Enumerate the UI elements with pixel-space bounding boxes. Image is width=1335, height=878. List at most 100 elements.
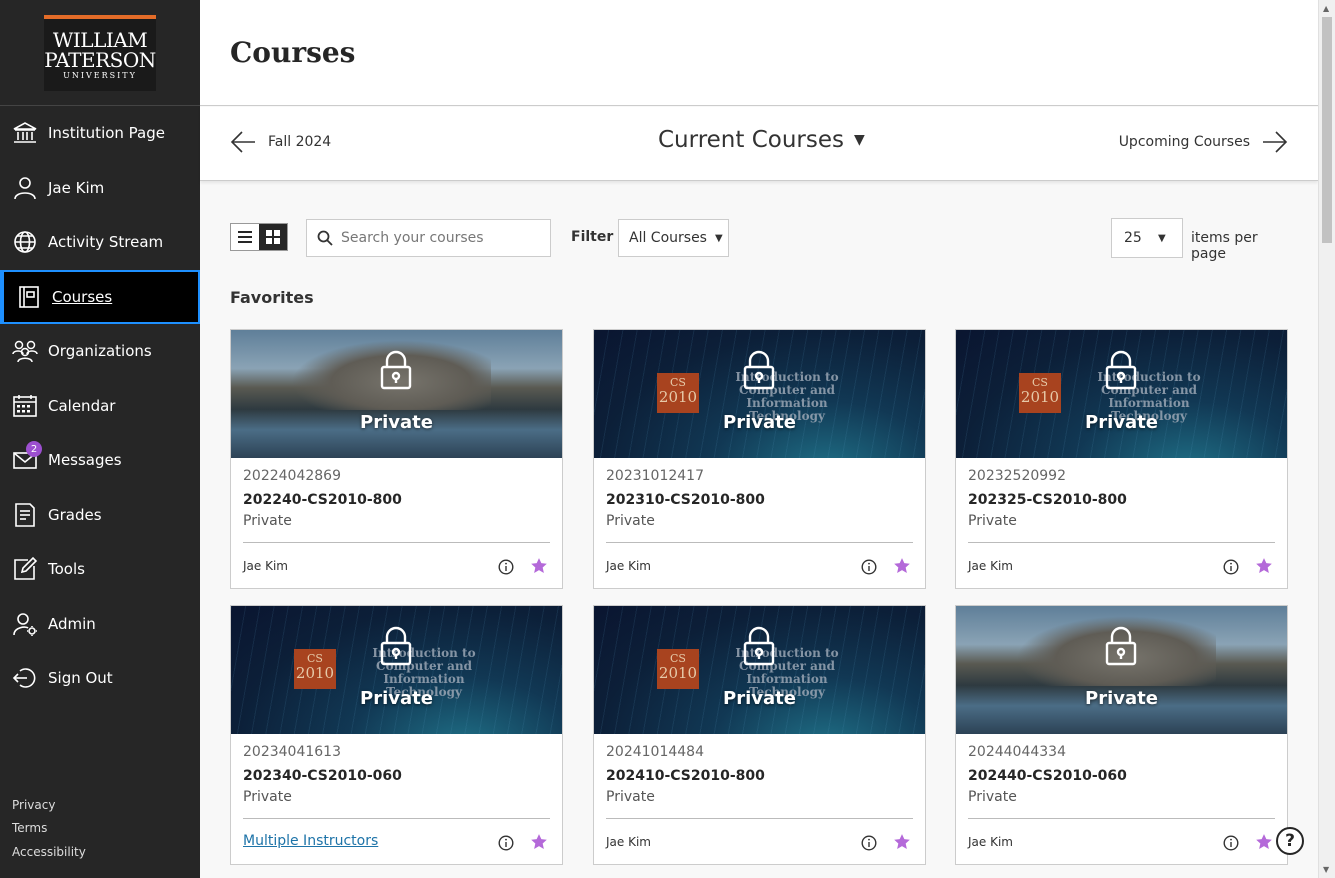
- nav-label: Institution Page: [48, 124, 165, 143]
- favorite-button[interactable]: [893, 833, 911, 855]
- search-input[interactable]: [341, 230, 531, 246]
- nav-messages[interactable]: 2 Messages: [0, 433, 200, 488]
- star-icon: [1256, 558, 1272, 573]
- courses-icon: [16, 284, 42, 310]
- course-card-footer: Jae Kim: [968, 818, 1275, 864]
- favorite-button[interactable]: [893, 557, 911, 579]
- course-banner[interactable]: Private: [956, 606, 1287, 734]
- course-info-button[interactable]: [861, 559, 877, 579]
- course-instructor: Jae Kim: [606, 559, 651, 573]
- nav-profile[interactable]: Jae Kim: [0, 161, 200, 216]
- course-card-body: 20244044334 202440-CS2010-060 Private: [956, 734, 1287, 809]
- course-status: Private: [606, 789, 655, 805]
- nav-sign-out[interactable]: Sign Out: [0, 651, 200, 706]
- course-info-button[interactable]: [1223, 835, 1239, 855]
- course-banner[interactable]: CS 2010 Introduction to Computer and Informa…: [956, 330, 1287, 458]
- calendar-icon: [12, 393, 38, 419]
- cs-badge-text: CS: [307, 652, 323, 665]
- filter-dropdown[interactable]: All Courses ▼: [618, 219, 729, 257]
- page-header: Courses: [200, 0, 1318, 106]
- star-icon: [894, 834, 910, 849]
- nav-admin[interactable]: Admin: [0, 597, 200, 652]
- next-term-button[interactable]: Upcoming Courses: [1119, 129, 1288, 155]
- course-banner[interactable]: CS 2010 Introduction to Computer and Informa…: [594, 606, 925, 734]
- nav-calendar[interactable]: Calendar: [0, 379, 200, 434]
- nav-courses[interactable]: Courses: [0, 269, 200, 324]
- scroll-up-icon[interactable]: ▲: [1323, 4, 1329, 13]
- star-icon: [894, 558, 910, 573]
- cs-badge-number: 2010: [295, 664, 335, 682]
- favorite-button[interactable]: [1255, 557, 1273, 579]
- cs-badge-number: 2010: [658, 388, 698, 406]
- nav-activity-stream[interactable]: Activity Stream: [0, 215, 200, 270]
- course-status: Private: [968, 789, 1017, 805]
- previous-term-button[interactable]: Fall 2024: [230, 129, 331, 155]
- star-icon: [1256, 834, 1272, 849]
- course-card-body: 20241014484 202410-CS2010-800 Private: [594, 734, 925, 809]
- course-card[interactable]: CS 2010 Introduction to Computer and Informa…: [230, 605, 563, 865]
- course-info-button[interactable]: [861, 835, 877, 855]
- course-id: 20244044334: [968, 744, 1066, 760]
- course-code[interactable]: 202325-CS2010-800: [968, 492, 1275, 513]
- terms-link[interactable]: Terms: [12, 817, 86, 841]
- course-info-button[interactable]: [1223, 559, 1239, 579]
- help-button[interactable]: ?: [1276, 827, 1304, 855]
- info-icon: [498, 835, 514, 851]
- nav-grades[interactable]: Grades: [0, 488, 200, 543]
- search-box: [306, 219, 551, 257]
- star-icon: [531, 558, 547, 573]
- favorite-button[interactable]: [1255, 833, 1273, 855]
- course-code[interactable]: 202410-CS2010-800: [606, 768, 913, 789]
- course-status: Private: [243, 789, 292, 805]
- course-card[interactable]: CS 2010 Introduction to Computer and Informa…: [955, 329, 1288, 589]
- course-card[interactable]: Private 20224042869 202240-CS2010-800 Priva…: [230, 329, 563, 589]
- course-code[interactable]: 202240-CS2010-800: [243, 492, 550, 513]
- filter-value: All Courses: [629, 230, 707, 246]
- lock-icon: [380, 626, 412, 666]
- course-toolbar: Filter All Courses ▼ 25 ▼ items per page: [230, 218, 1288, 262]
- previous-term-label: Fall 2024: [268, 134, 332, 150]
- course-info-button[interactable]: [498, 835, 514, 855]
- sidebar: WILLIAM PATERSON UNIVERSITY Institution …: [0, 0, 200, 878]
- help-icon: ?: [1285, 831, 1295, 851]
- lock-icon: [743, 626, 775, 666]
- course-instructor[interactable]: Multiple Instructors: [243, 833, 378, 849]
- cs-badge: CS 2010: [657, 649, 699, 689]
- privacy-link[interactable]: Privacy: [12, 794, 86, 818]
- cs-badge-text: CS: [670, 376, 686, 389]
- course-banner[interactable]: CS 2010 Introduction to Computer and Informa…: [594, 330, 925, 458]
- list-view-button[interactable]: [231, 224, 259, 250]
- institution-icon: [12, 120, 38, 146]
- organizations-icon: [12, 338, 38, 364]
- nav-tools[interactable]: Tools: [0, 542, 200, 597]
- nav-institution-page[interactable]: Institution Page: [0, 106, 200, 161]
- favorite-button[interactable]: [530, 557, 548, 579]
- nav-organizations[interactable]: Organizations: [0, 324, 200, 379]
- course-info-button[interactable]: [498, 559, 514, 579]
- cs-badge-number: 2010: [1020, 388, 1060, 406]
- course-code[interactable]: 202440-CS2010-060: [968, 768, 1275, 789]
- course-card-footer: Multiple Instructors: [243, 818, 550, 864]
- scroll-down-icon[interactable]: ▼: [1323, 865, 1329, 874]
- page-scrollbar[interactable]: ▲ ▼: [1318, 0, 1335, 878]
- logo-line-3: UNIVERSITY: [63, 70, 137, 80]
- caret-down-icon: ▼: [714, 232, 723, 244]
- course-card[interactable]: CS 2010 Introduction to Computer and Informa…: [593, 329, 926, 589]
- current-term-dropdown[interactable]: Current Courses ▼: [658, 127, 865, 153]
- course-card[interactable]: CS 2010 Introduction to Computer and Informa…: [593, 605, 926, 865]
- course-banner[interactable]: CS 2010 Introduction to Computer and Informa…: [231, 606, 562, 734]
- lock-icon: [380, 350, 412, 390]
- course-card[interactable]: Private 20244044334 202440-CS2010-060 Priva…: [955, 605, 1288, 865]
- logo-line-1: WILLIAM: [52, 27, 148, 52]
- accessibility-link[interactable]: Accessibility: [12, 841, 86, 865]
- course-banner[interactable]: Private: [231, 330, 562, 458]
- grid-view-button[interactable]: [259, 224, 287, 250]
- course-code[interactable]: 202310-CS2010-800: [606, 492, 913, 513]
- items-per-page-dropdown[interactable]: 25 ▼: [1111, 218, 1183, 258]
- scrollbar-thumb[interactable]: [1322, 17, 1332, 243]
- course-code[interactable]: 202340-CS2010-060: [243, 768, 550, 789]
- page-title: Courses: [230, 36, 356, 69]
- favorite-button[interactable]: [530, 833, 548, 855]
- lock-icon: [1105, 626, 1137, 666]
- university-logo[interactable]: WILLIAM PATERSON UNIVERSITY: [44, 14, 156, 91]
